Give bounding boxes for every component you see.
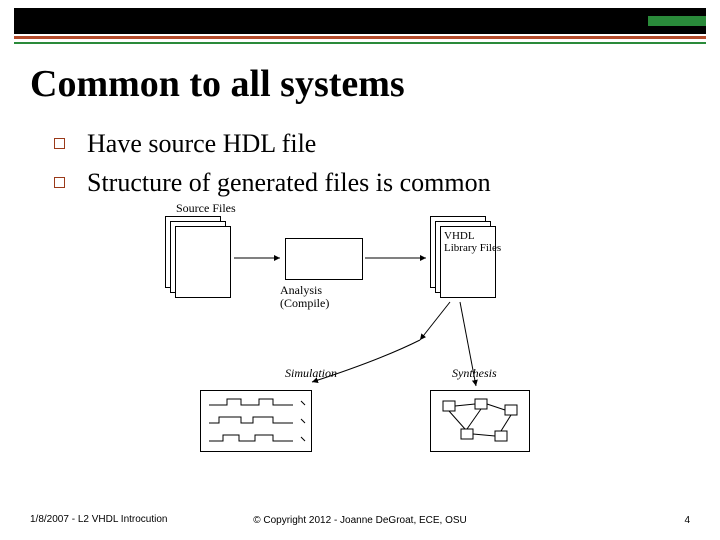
waveform-icon (201, 391, 313, 453)
label-vhdl-library: VHDL Library Files (444, 230, 501, 254)
analysis-box (285, 238, 363, 280)
label-analysis: Analysis (Compile) (280, 284, 329, 310)
bullet-text: Have source HDL file (87, 128, 316, 161)
footer-center: © Copyright 2012 - Joanne DeGroat, ECE, … (30, 515, 690, 526)
header-accent (648, 16, 706, 26)
divider-red (14, 36, 706, 39)
label-source-files: Source Files (176, 202, 236, 215)
bullet-marker-icon (54, 177, 65, 188)
label-simulation: Simulation (285, 367, 337, 380)
netlist-icon (431, 391, 531, 453)
synthesis-output-icon (430, 390, 530, 452)
bullet-marker-icon (54, 138, 65, 149)
divider-green (14, 42, 706, 44)
bullet-item: Have source HDL file (54, 128, 680, 161)
bullet-list: Have source HDL file Structure of genera… (54, 128, 680, 205)
bullet-item: Structure of generated files is common (54, 167, 680, 200)
simulation-output-icon (200, 390, 312, 452)
header-bar (14, 8, 706, 34)
slide-title: Common to all systems (30, 62, 405, 106)
bullet-text: Structure of generated files is common (87, 167, 491, 200)
diagram: Source Files Analysis (Compile) VHDL Lib… (130, 210, 590, 470)
label-synthesis: Synthesis (452, 367, 497, 380)
footer: 1/8/2007 - L2 VHDL Introcution © Copyrig… (30, 514, 690, 526)
